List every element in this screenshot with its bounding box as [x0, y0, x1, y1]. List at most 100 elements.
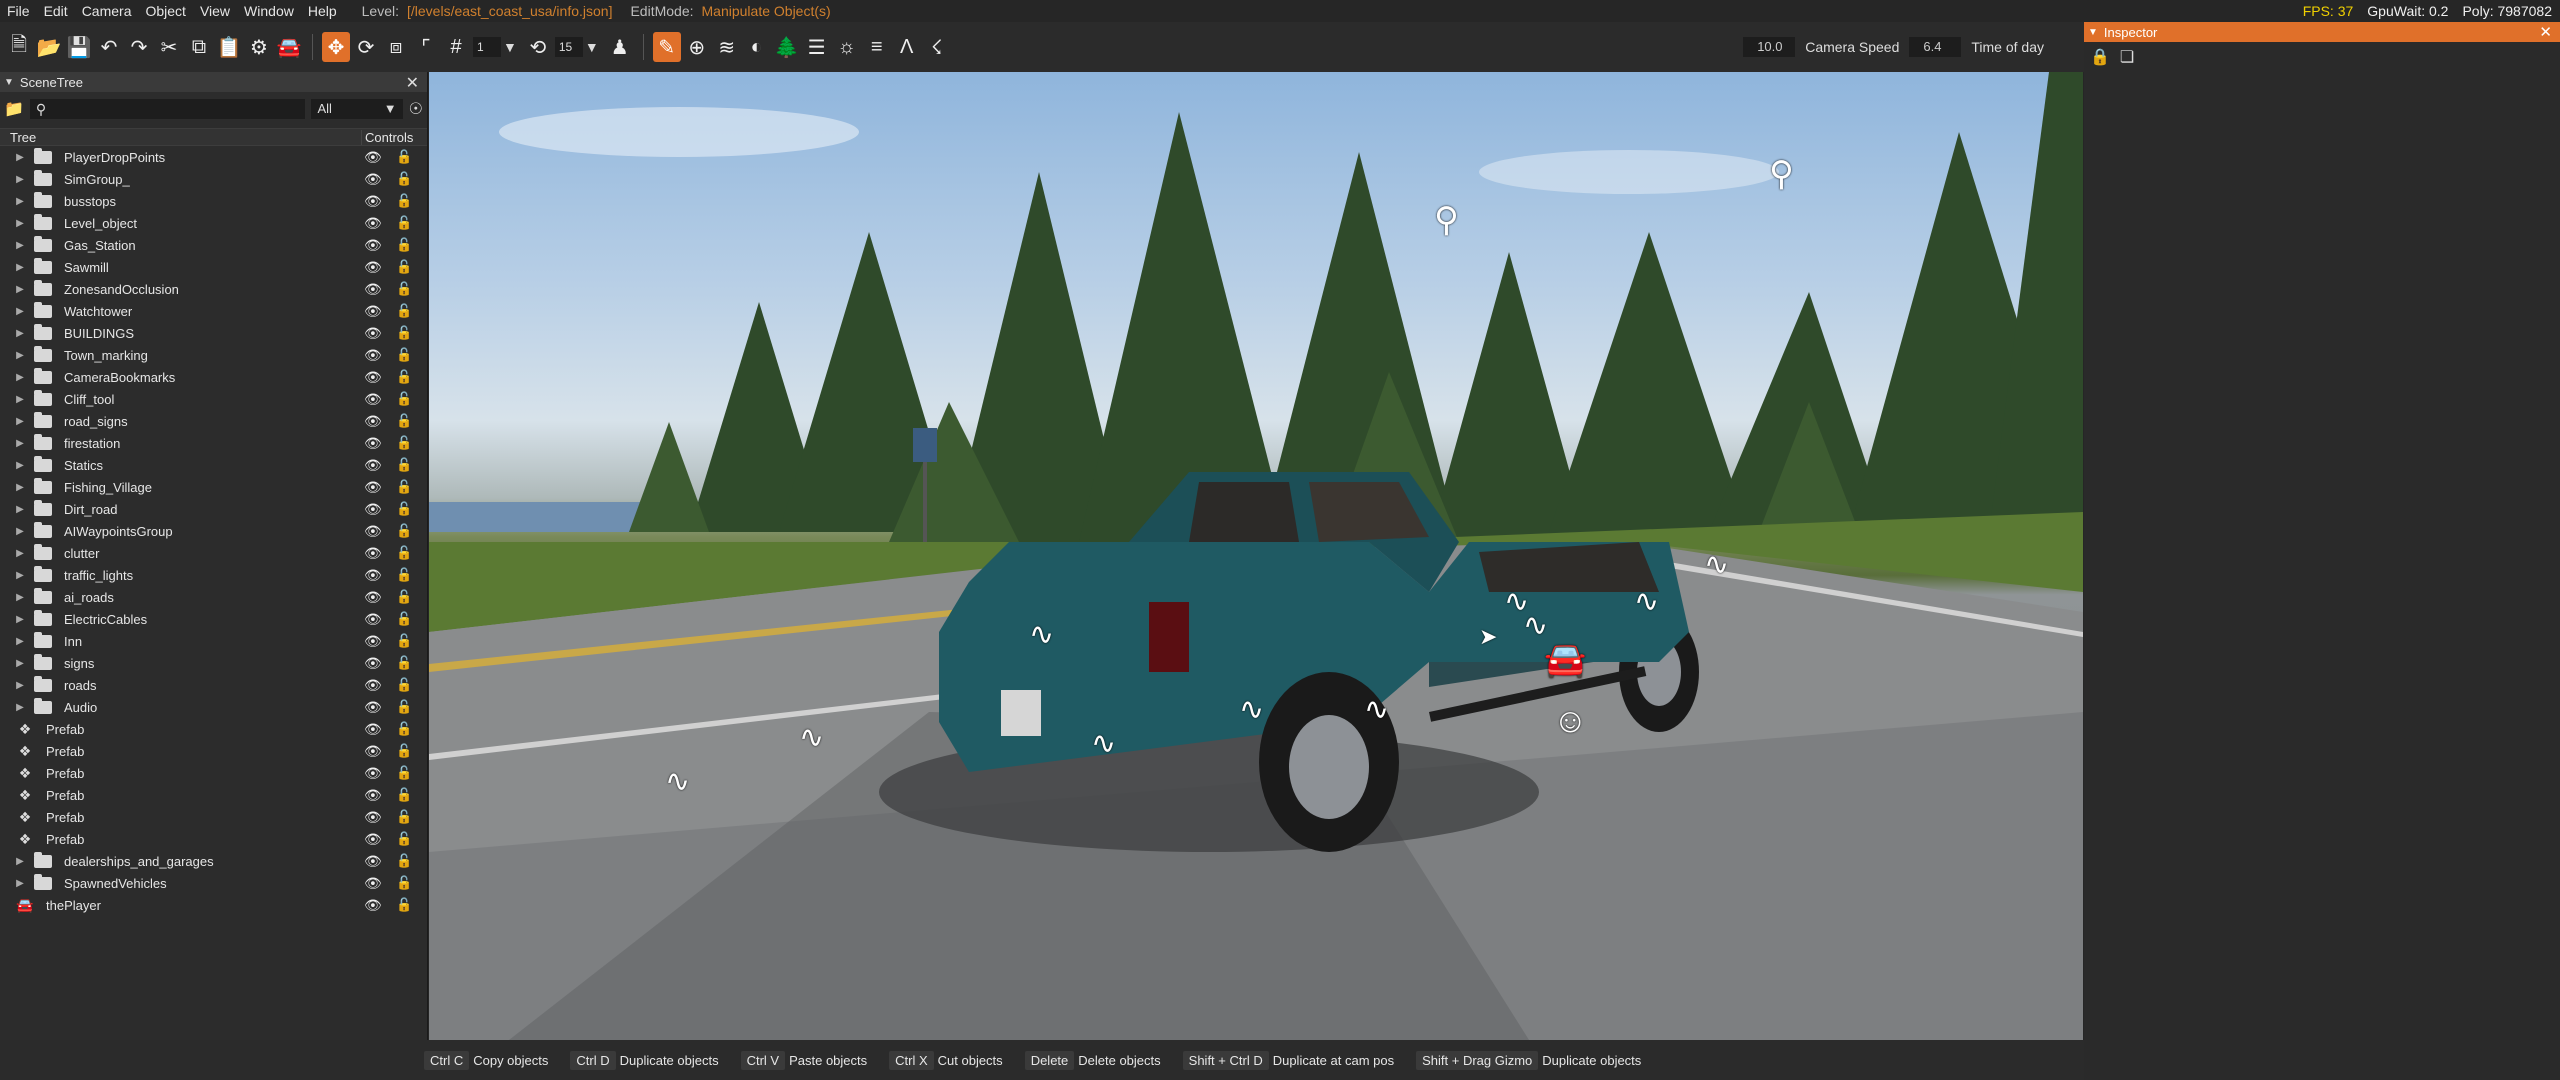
- expand-arrow-icon[interactable]: ▶: [12, 416, 28, 427]
- tree-row[interactable]: ▶ AIWaypointsGroup 👁 🔓: [0, 520, 427, 542]
- tree-row[interactable]: ▶ road_signs 👁 🔓: [0, 410, 427, 432]
- rotate-gizmo-icon[interactable]: ⟳: [352, 32, 380, 62]
- lock-icon[interactable]: 🔓: [396, 743, 412, 759]
- lock-icon[interactable]: 🔒: [2090, 47, 2110, 67]
- lock-icon[interactable]: 🔓: [396, 347, 412, 363]
- 3d-viewport[interactable]: ∿ ∿ ∿ ∿ ∿ ∿ ∿ ∿ ∿ ∿ ⚲ ⚲ 🚘 ☺ ➤: [429, 72, 2083, 1040]
- tree-row[interactable]: ▶ CameraBookmarks 👁 🔓: [0, 366, 427, 388]
- lock-icon[interactable]: 🔓: [396, 787, 412, 803]
- spline-marker-icon[interactable]: ∿: [1029, 617, 1054, 652]
- world-axis-icon[interactable]: ⌜: [412, 32, 440, 62]
- eye-icon[interactable]: 👁: [364, 457, 382, 473]
- lock-icon[interactable]: 🔓: [396, 303, 412, 319]
- eye-icon[interactable]: 👁: [364, 633, 382, 649]
- eye-icon[interactable]: 👁: [364, 347, 382, 363]
- tree-row[interactable]: ▶ clutter 👁 🔓: [0, 542, 427, 564]
- tree-row[interactable]: ❖ Prefab 👁 🔓: [0, 762, 427, 784]
- lock-icon[interactable]: 🔓: [396, 677, 412, 693]
- terrain-layers-icon[interactable]: ☰: [803, 32, 831, 62]
- spline-marker-icon[interactable]: ∿: [799, 720, 824, 755]
- lock-icon[interactable]: 🔓: [396, 523, 412, 539]
- lock-icon[interactable]: 🔓: [396, 655, 412, 671]
- eye-icon[interactable]: 👁: [364, 809, 382, 825]
- terrain-snap-icon[interactable]: ♟: [606, 32, 634, 62]
- lock-icon[interactable]: 🔓: [396, 633, 412, 649]
- tree-row[interactable]: ▶ Statics 👁 🔓: [0, 454, 427, 476]
- tree-row[interactable]: ▶ Level_object 👁 🔓: [0, 212, 427, 234]
- eye-icon[interactable]: 👁: [364, 391, 382, 407]
- tree-row[interactable]: ▶ firestation 👁 🔓: [0, 432, 427, 454]
- eye-icon[interactable]: 👁: [364, 369, 382, 385]
- new-window-icon[interactable]: ❏: [2120, 47, 2134, 67]
- lock-icon[interactable]: 🔓: [396, 831, 412, 847]
- menu-help[interactable]: Help: [301, 0, 344, 22]
- expand-arrow-icon[interactable]: ▶: [12, 438, 28, 449]
- camera-speed-field[interactable]: 10.0: [1743, 37, 1796, 57]
- lock-icon[interactable]: 🔓: [396, 875, 412, 891]
- lock-icon[interactable]: 🔓: [396, 193, 412, 209]
- chevron-down-icon[interactable]: ▼: [585, 39, 599, 55]
- eye-icon[interactable]: 👁: [364, 193, 382, 209]
- spline-marker-icon[interactable]: ∿: [1364, 692, 1389, 727]
- close-icon[interactable]: ✕: [2539, 23, 2552, 41]
- add-group-icon[interactable]: 📁: [4, 99, 24, 119]
- tree-row[interactable]: ▶ ElectricCables 👁 🔓: [0, 608, 427, 630]
- expand-arrow-icon[interactable]: ▶: [12, 482, 28, 493]
- lock-icon[interactable]: 🔓: [396, 259, 412, 275]
- spline-marker-icon[interactable]: ∿: [1091, 726, 1116, 761]
- eye-icon[interactable]: 👁: [364, 501, 382, 517]
- expand-arrow-icon[interactable]: ▶: [12, 702, 28, 713]
- eye-icon[interactable]: 👁: [364, 721, 382, 737]
- eye-icon[interactable]: 👁: [364, 765, 382, 781]
- eye-icon[interactable]: 👁: [364, 237, 382, 253]
- undo-icon[interactable]: ↶: [95, 32, 123, 62]
- lock-icon[interactable]: 🔓: [396, 369, 412, 385]
- eye-icon[interactable]: 👁: [364, 281, 382, 297]
- lock-icon[interactable]: 🔓: [396, 611, 412, 627]
- expand-arrow-icon[interactable]: ▶: [12, 350, 28, 361]
- lock-icon[interactable]: 🔓: [396, 325, 412, 341]
- eye-icon[interactable]: 👁: [364, 215, 382, 231]
- redo-icon[interactable]: ↷: [125, 32, 153, 62]
- expand-arrow-icon[interactable]: ▶: [12, 526, 28, 537]
- expand-arrow-icon[interactable]: ▶: [12, 592, 28, 603]
- inspector-titlebar[interactable]: ▼ Inspector ✕: [2084, 22, 2560, 42]
- forest-icon[interactable]: 🌲: [773, 32, 801, 62]
- search-input[interactable]: ⚲: [29, 99, 306, 119]
- lock-icon[interactable]: 🔓: [396, 413, 412, 429]
- expand-arrow-icon[interactable]: ▶: [12, 306, 28, 317]
- lock-icon[interactable]: 🔓: [396, 853, 412, 869]
- expand-arrow-icon[interactable]: ▶: [12, 372, 28, 383]
- tree-row[interactable]: ▶ ZonesandOcclusion 👁 🔓: [0, 278, 427, 300]
- expand-arrow-icon[interactable]: ▶: [12, 460, 28, 471]
- tree-row[interactable]: ❖ Prefab 👁 🔓: [0, 718, 427, 740]
- lock-icon[interactable]: 🔓: [396, 897, 412, 913]
- eye-icon[interactable]: 👁: [364, 479, 382, 495]
- tree-row[interactable]: 🚘 thePlayer 👁 🔓: [0, 894, 427, 916]
- eye-icon[interactable]: 👁: [364, 523, 382, 539]
- lock-icon[interactable]: 🔓: [396, 479, 412, 495]
- filter-dropdown[interactable]: All ▼: [311, 99, 403, 119]
- grid-size-field[interactable]: 1: [473, 37, 501, 57]
- eye-icon[interactable]: 👁: [364, 325, 382, 341]
- save-icon[interactable]: 💾: [65, 32, 93, 62]
- lock-icon[interactable]: 🔓: [396, 501, 412, 517]
- translate-gizmo-icon[interactable]: ✥: [322, 32, 350, 62]
- expand-arrow-icon[interactable]: ▶: [12, 196, 28, 207]
- spline-marker-icon[interactable]: ∿: [1704, 547, 1729, 582]
- tree-row[interactable]: ❖ Prefab 👁 🔓: [0, 806, 427, 828]
- rotation-snap-field[interactable]: 15: [554, 37, 583, 57]
- lock-icon[interactable]: 🔓: [396, 765, 412, 781]
- vehicle-spawn-icon[interactable]: 🚘: [1544, 640, 1586, 680]
- lock-icon[interactable]: 🔓: [396, 435, 412, 451]
- terrain-paint-icon[interactable]: ◐: [743, 32, 771, 62]
- menu-edit[interactable]: Edit: [37, 0, 75, 22]
- sound-emitter-icon[interactable]: ⚲: [1434, 200, 1459, 240]
- signal-icon[interactable]: ☉: [409, 99, 423, 119]
- tree-row[interactable]: ▶ Gas_Station 👁 🔓: [0, 234, 427, 256]
- eye-icon[interactable]: 👁: [364, 655, 382, 671]
- chevron-down-icon[interactable]: ▼: [503, 39, 517, 55]
- menu-view[interactable]: View: [193, 0, 237, 22]
- eye-icon[interactable]: 👁: [364, 435, 382, 451]
- eye-icon[interactable]: 👁: [364, 259, 382, 275]
